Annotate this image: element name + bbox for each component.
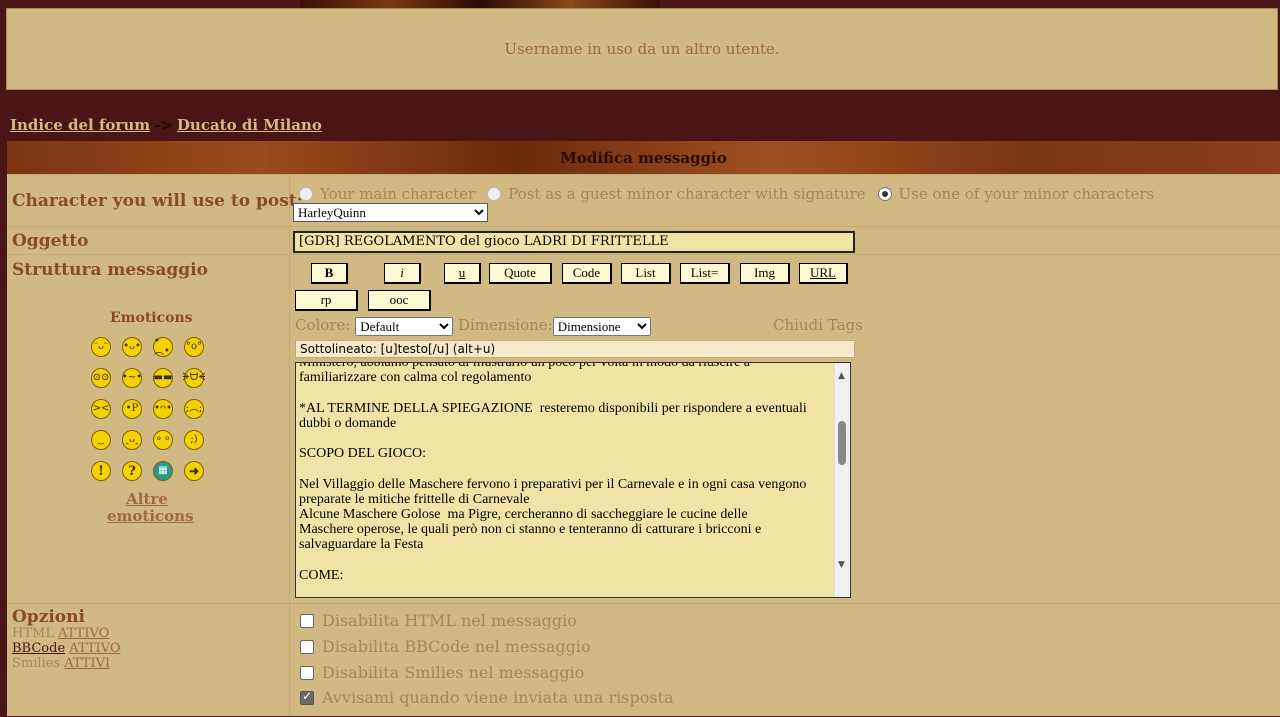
color-select[interactable]: Default bbox=[355, 316, 454, 336]
breadcrumb-home-link[interactable]: Indice del forum bbox=[10, 116, 150, 134]
color-label: Colore: bbox=[295, 316, 351, 334]
radio-main-character[interactable] bbox=[299, 187, 313, 201]
form-header: Modifica messaggio bbox=[7, 141, 1280, 174]
radio-guest-character-label: Post as a guest minor character with sig… bbox=[508, 185, 866, 203]
smilies-state-link[interactable]: ATTIVI bbox=[64, 656, 110, 671]
smiley-embarrassed-icon[interactable]: •ᴖ• bbox=[153, 399, 173, 419]
html-status: HTML ATTIVO bbox=[12, 626, 109, 641]
smiley-very-happy-icon[interactable]: ᵔᴗᵔ bbox=[91, 337, 111, 357]
smilies-status: Smilies ATTIVI bbox=[12, 656, 110, 671]
rp-button[interactable]: rp bbox=[295, 290, 358, 311]
option-disable-bbcode[interactable]: Disabilita BBCode nel messaggio bbox=[300, 637, 591, 656]
smiley-smile-icon[interactable]: •ᴗ• bbox=[122, 337, 142, 357]
close-tags-link[interactable]: Chiudi Tags bbox=[773, 316, 863, 334]
option-disable-html[interactable]: Disabilita HTML nel messaggio bbox=[300, 611, 577, 630]
smiley-mad-icon[interactable]: >< bbox=[91, 399, 111, 419]
options-label: Opzioni bbox=[12, 607, 85, 627]
subject-label: Oggetto bbox=[12, 231, 89, 251]
scroll-down-icon[interactable]: ▼ bbox=[838, 560, 845, 570]
notice-box: Username in uso da un altro utente. bbox=[6, 8, 1278, 90]
subject-input[interactable]: [GDR] REGOLAMENTO del gioco LADRI DI FRI… bbox=[293, 231, 855, 253]
breadcrumb-separator: -> bbox=[154, 116, 173, 134]
underline-button[interactable]: u bbox=[444, 263, 481, 284]
url-button[interactable]: URL bbox=[799, 263, 848, 284]
format-row: Colore: Default Dimensione: Dimensione bbox=[295, 316, 651, 336]
breadcrumb: Indice del forum -> Ducato di Milano bbox=[10, 116, 322, 134]
list-numbered-button[interactable]: List= bbox=[680, 263, 730, 284]
smiley-laughing-icon[interactable]: ᗒᗨᗕ bbox=[183, 368, 205, 388]
smiley-shocked-icon[interactable]: ⊙⊙ bbox=[91, 368, 111, 388]
smiley-razz-icon[interactable]: •P bbox=[122, 399, 142, 419]
textarea-scrollbar[interactable]: ▲ ▼ bbox=[834, 363, 850, 597]
smiley-confused-icon[interactable]: •~• bbox=[122, 368, 142, 388]
emoticons-title: Emoticons bbox=[110, 310, 193, 326]
helpline: Sottolineato: [u]testo[/u] (alt+u) bbox=[295, 340, 855, 358]
smiley-sad-icon[interactable]: •︵• bbox=[153, 337, 173, 357]
smiley-evil-icon[interactable]: ꞈꞈ bbox=[91, 430, 111, 450]
character-select[interactable]: HarleyQuinn bbox=[293, 203, 488, 222]
bold-button[interactable]: B bbox=[311, 263, 348, 284]
bbcode-state-link[interactable]: ATTIVO bbox=[69, 641, 120, 656]
html-state-link[interactable]: ATTIVO bbox=[58, 626, 109, 641]
radio-minor-character[interactable] bbox=[877, 187, 892, 201]
smiley-cool-icon[interactable]: ▬▬ bbox=[153, 368, 173, 388]
scroll-up-icon[interactable]: ▲ bbox=[838, 371, 845, 381]
scroll-thumb[interactable] bbox=[838, 421, 846, 465]
option-disable-smilies[interactable]: Disabilita Smilies nel messaggio bbox=[300, 663, 584, 682]
radio-main-character-label: Your main character bbox=[320, 185, 476, 203]
checkbox-disable-smilies[interactable] bbox=[300, 665, 314, 680]
bbcode-status: BBCode ATTIVO bbox=[12, 641, 121, 656]
more-emoticons-link[interactable]: Altre emoticons bbox=[107, 491, 194, 525]
smiley-wink-icon[interactable]: ;) bbox=[184, 430, 204, 450]
checkbox-disable-bbcode[interactable] bbox=[300, 639, 314, 654]
smiley-exclaim-icon[interactable]: ! bbox=[91, 461, 111, 481]
option-disable-smilies-label: Disabilita Smilies nel messaggio bbox=[322, 663, 585, 682]
checkbox-disable-html[interactable] bbox=[300, 613, 314, 628]
character-label: Character you will use to post: bbox=[12, 191, 303, 211]
post-form: Modifica messaggio Character you will us… bbox=[7, 141, 1280, 716]
smiley-crying-icon[interactable]: ;︵; bbox=[184, 399, 204, 419]
message-textarea[interactable]: Ministero, abbiamo pensato di illustrarl… bbox=[295, 362, 851, 598]
list-button[interactable]: List bbox=[621, 263, 671, 284]
radio-guest-character[interactable] bbox=[487, 187, 502, 201]
structure-label: Struttura messaggio bbox=[12, 260, 208, 280]
smiley-idea-icon[interactable]: ▦ bbox=[153, 461, 173, 481]
option-notify-reply[interactable]: Avvisami quando viene inviata una rispos… bbox=[300, 688, 674, 707]
option-notify-reply-label: Avvisami quando viene inviata una rispos… bbox=[322, 688, 674, 707]
message-text: Ministero, abbiamo pensato di illustrarl… bbox=[299, 362, 807, 583]
smiley-twisted-icon[interactable]: ꞈᴗꞈ bbox=[122, 430, 142, 450]
notice-text: Username in uso da un altro utente. bbox=[504, 40, 780, 58]
img-button[interactable]: Img bbox=[740, 263, 790, 284]
size-select[interactable]: Dimensione bbox=[552, 316, 651, 336]
bbcode-link[interactable]: BBCode bbox=[12, 641, 65, 656]
top-banner bbox=[0, 0, 1280, 8]
size-label: Dimensione: bbox=[458, 316, 553, 334]
smiley-rolleyes-icon[interactable]: ⚬⚬ bbox=[153, 430, 173, 450]
smilies-label: Smilies bbox=[12, 656, 61, 671]
ooc-button[interactable]: ooc bbox=[368, 290, 431, 311]
smiley-arrow-icon[interactable]: ➜ bbox=[184, 461, 204, 481]
breadcrumb-current-link[interactable]: Ducato di Milano bbox=[177, 116, 322, 134]
banner-decoration bbox=[300, 0, 660, 8]
radio-minor-character-label: Use one of your minor characters bbox=[898, 185, 1155, 203]
smiley-question-icon[interactable]: ? bbox=[122, 461, 142, 481]
checkbox-notify-reply[interactable] bbox=[300, 689, 314, 705]
html-label: HTML bbox=[12, 626, 54, 641]
option-disable-bbcode-label: Disabilita BBCode nel messaggio bbox=[322, 637, 591, 656]
code-button[interactable]: Code bbox=[562, 263, 612, 284]
option-disable-html-label: Disabilita HTML nel messaggio bbox=[322, 611, 577, 630]
character-radio-group: Your main character Post as a guest mino… bbox=[299, 185, 1154, 203]
quote-button[interactable]: Quote bbox=[489, 263, 552, 284]
form-title: Modifica messaggio bbox=[560, 148, 727, 167]
smiley-surprised-icon[interactable]: °o° bbox=[184, 337, 204, 357]
italic-button[interactable]: i bbox=[384, 263, 421, 284]
